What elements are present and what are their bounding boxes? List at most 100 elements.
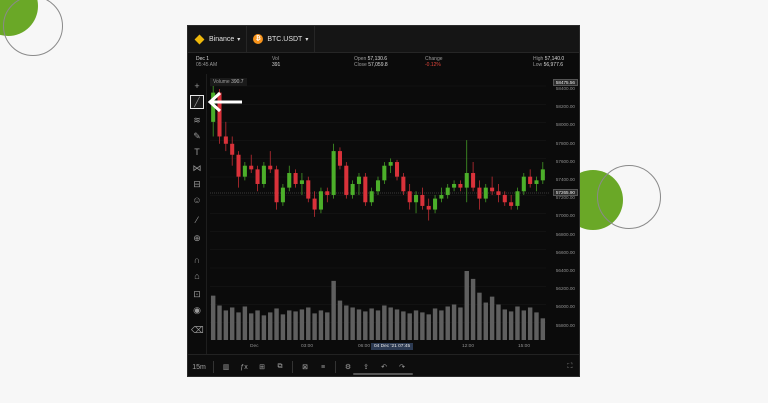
price-tick-label: 56400.00 bbox=[555, 268, 575, 273]
candle-body bbox=[452, 183, 457, 188]
settings-gear-icon[interactable]: ⚙ bbox=[339, 363, 357, 371]
candle-body bbox=[223, 136, 228, 144]
volume-bar bbox=[534, 312, 539, 340]
candle-body bbox=[540, 169, 545, 181]
volume-bar bbox=[439, 310, 444, 340]
candle-body bbox=[426, 205, 431, 210]
compare-icon[interactable]: ⊞ bbox=[253, 363, 271, 371]
candle-body bbox=[293, 173, 298, 184]
candle-body bbox=[363, 176, 368, 203]
price-chart[interactable] bbox=[188, 26, 579, 354]
divider bbox=[213, 361, 214, 373]
volume-bar bbox=[388, 307, 393, 340]
time-tick-label: 15:00 bbox=[518, 344, 531, 349]
interval-selector[interactable]: 15m bbox=[188, 364, 210, 371]
volume-bar bbox=[477, 292, 482, 340]
candle-body bbox=[312, 198, 317, 210]
candle-body bbox=[515, 191, 520, 206]
volume-value: 390.7 bbox=[231, 79, 244, 85]
candle-body bbox=[407, 191, 412, 203]
price-tick-label: 57000.00 bbox=[555, 213, 575, 219]
price-high-label: 58475.56 bbox=[552, 79, 578, 86]
annotation-arrow-icon bbox=[207, 91, 242, 113]
redo-icon[interactable]: ↷ bbox=[393, 363, 411, 371]
volume-bar bbox=[426, 314, 431, 340]
price-tick-label: 56000.00 bbox=[555, 304, 575, 310]
candle-body bbox=[477, 187, 482, 199]
candle-body bbox=[534, 180, 539, 184]
volume-indicator-label: Volume 390.7 bbox=[210, 78, 247, 86]
volume-bar bbox=[394, 309, 400, 340]
candle-body bbox=[439, 194, 444, 199]
volume-bar bbox=[375, 310, 381, 340]
volume-bar bbox=[527, 307, 533, 340]
candle-body bbox=[350, 183, 355, 195]
price-tick-label: 56200.00 bbox=[555, 286, 575, 292]
candle-body bbox=[445, 187, 450, 195]
chart-scrollbar[interactable] bbox=[353, 373, 413, 375]
candle-body bbox=[242, 165, 247, 177]
volume-bar bbox=[401, 311, 406, 340]
volume-bar bbox=[508, 311, 514, 340]
candle-body bbox=[306, 180, 311, 199]
volume-bar bbox=[210, 295, 216, 340]
volume-bar bbox=[280, 314, 286, 340]
volume-bar bbox=[337, 300, 343, 340]
volume-bar bbox=[407, 313, 412, 340]
volume-bar bbox=[540, 318, 546, 340]
volume-bar bbox=[229, 307, 235, 340]
price-tick-label: 55800.00 bbox=[555, 322, 575, 328]
volume-bar bbox=[451, 304, 457, 340]
price-tick-label: 58000.00 bbox=[555, 122, 575, 128]
volume-bar bbox=[483, 302, 488, 340]
volume-bar bbox=[255, 310, 260, 340]
volume-bar bbox=[242, 306, 248, 340]
volume-bar bbox=[325, 312, 330, 340]
current-price-label: 57265.90 bbox=[552, 189, 578, 196]
price-tick-label: 57600.00 bbox=[555, 158, 575, 164]
volume-bar bbox=[217, 305, 222, 340]
candle-body bbox=[299, 180, 304, 184]
candle-body bbox=[255, 169, 260, 184]
fullscreen-icon[interactable]: ⛶ bbox=[561, 363, 579, 371]
candle-body bbox=[375, 180, 381, 192]
candle-body bbox=[369, 191, 374, 203]
candle-body bbox=[287, 173, 292, 188]
candle-body bbox=[414, 194, 419, 203]
candle-body bbox=[331, 151, 336, 195]
candle-body bbox=[483, 187, 488, 199]
candle-body bbox=[274, 169, 279, 203]
time-tick-label: 03:00 bbox=[301, 344, 314, 349]
volume-bar bbox=[382, 305, 387, 340]
crosshair-time-label: 04 Dec '21 07:45 bbox=[371, 343, 414, 350]
candle-body bbox=[268, 165, 273, 170]
volume-bar bbox=[268, 312, 273, 340]
price-tick-label: 58200.00 bbox=[555, 104, 575, 110]
layout-icon[interactable]: ⧉ bbox=[271, 363, 289, 371]
price-tick-label: 56600.00 bbox=[555, 249, 575, 255]
time-tick-label: 06:00 bbox=[358, 344, 371, 349]
templates-icon[interactable]: ⊠ bbox=[296, 363, 314, 371]
volume-bar bbox=[502, 309, 508, 340]
indicators-icon[interactable]: ƒx bbox=[235, 364, 253, 371]
undo-icon[interactable]: ↶ bbox=[375, 363, 393, 371]
chart-type-icon[interactable]: ▥ bbox=[217, 363, 235, 371]
layers-icon[interactable]: ≡ bbox=[314, 364, 332, 371]
volume-bar bbox=[496, 304, 501, 340]
price-tick-label: 57800.00 bbox=[555, 140, 575, 146]
candle-body bbox=[261, 165, 266, 184]
volume-bar bbox=[236, 312, 241, 340]
decorative-circle-ring bbox=[597, 165, 661, 229]
volume-bar bbox=[470, 278, 476, 340]
divider bbox=[335, 361, 336, 373]
volume-bar bbox=[274, 308, 279, 340]
volume-bar bbox=[248, 313, 254, 340]
volume-bar bbox=[445, 306, 450, 340]
volume-bar bbox=[299, 309, 305, 340]
share-icon[interactable]: ⇪ bbox=[357, 363, 375, 371]
candle-body bbox=[401, 176, 406, 192]
volume-bar bbox=[363, 311, 368, 340]
candle-body bbox=[394, 162, 400, 177]
candle-body bbox=[521, 176, 526, 192]
candle-body bbox=[388, 162, 393, 166]
